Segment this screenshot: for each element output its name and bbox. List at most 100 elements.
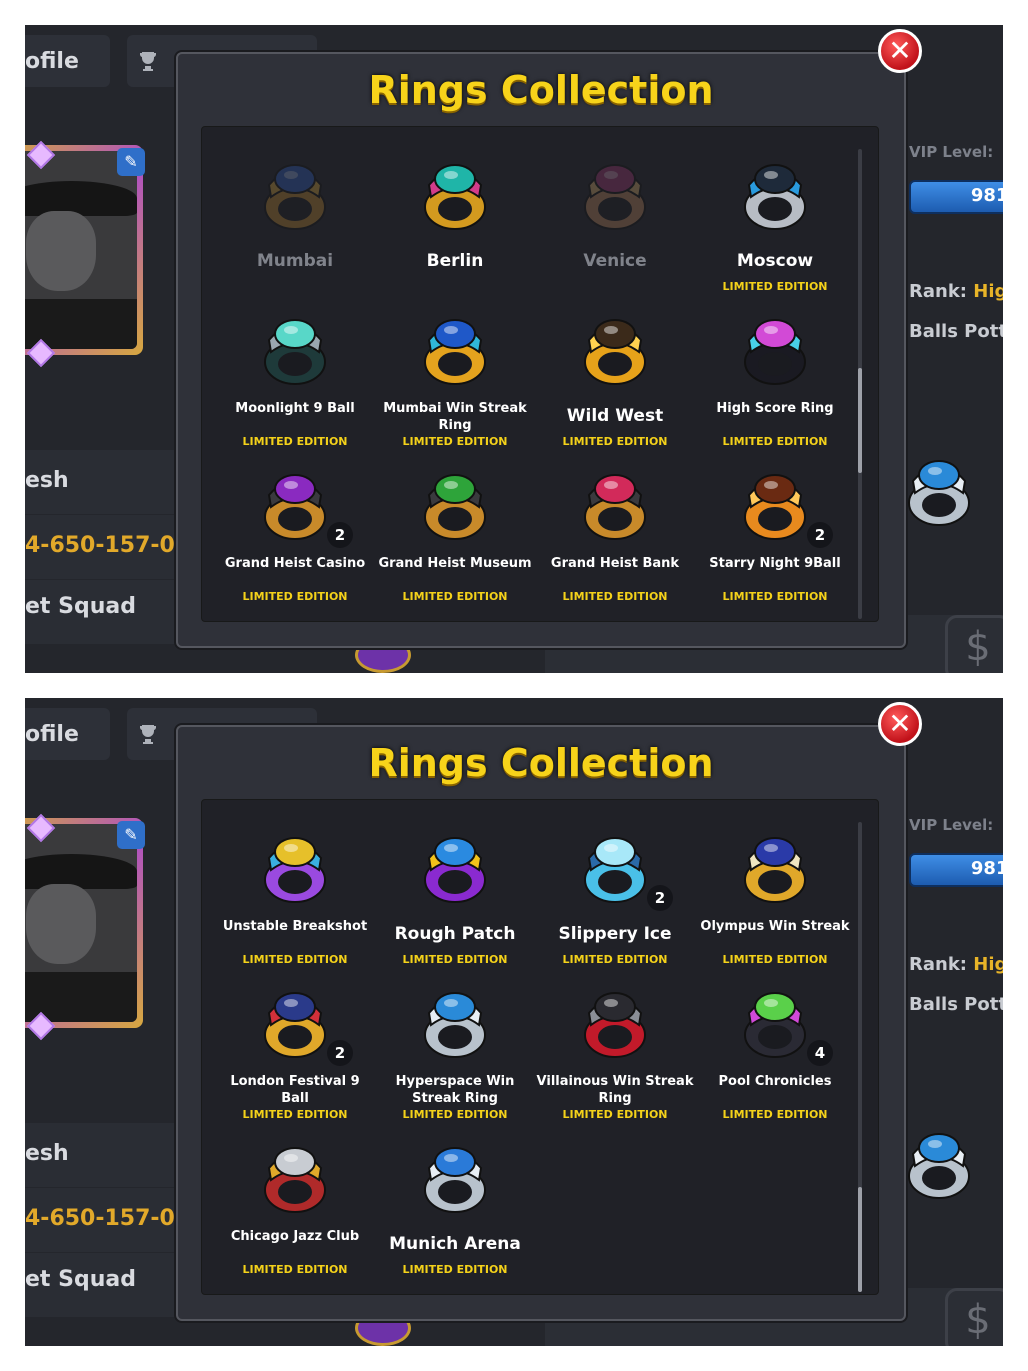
ring-card-mumbai-win-streak-ring[interactable]: Mumbai Win Streak Ring LIMITED EDITION <box>375 304 535 454</box>
vip-label: VIP Level: <box>909 143 994 161</box>
club-row: et Squad <box>25 580 175 644</box>
profile-tab-label: ofile <box>25 722 79 747</box>
ring-name: Moscow <box>736 251 814 271</box>
ring-card-slippery-ice[interactable]: 2 Slippery Ice LIMITED EDITION <box>535 822 695 972</box>
limited-edition-label: LIMITED EDITION <box>722 590 828 603</box>
ring-icon <box>413 1132 497 1216</box>
name-row: esh <box>25 1123 175 1187</box>
limited-edition-label: LIMITED EDITION <box>562 1108 668 1121</box>
ring-icon <box>253 977 337 1061</box>
ring-name: London Festival 9 Ball <box>230 1074 360 1106</box>
ring-count-badge: 2 <box>327 522 353 548</box>
ring-card-chicago-jazz-club[interactable]: Chicago Jazz Club LIMITED EDITION <box>215 1132 375 1282</box>
ring-icon <box>253 822 337 906</box>
dollar-icon[interactable]: $ <box>945 1288 1003 1346</box>
ring-card-wild-west[interactable]: Wild West LIMITED EDITION <box>535 304 695 454</box>
limited-edition-label: LIMITED EDITION <box>722 1108 828 1121</box>
player-id: 4-650-157-0 <box>25 533 175 558</box>
id-row: 4-650-157-0 <box>25 1188 175 1252</box>
ring-name: High Score Ring <box>716 401 834 416</box>
name-row: esh <box>25 450 175 514</box>
ring-card-starry-night-9ball[interactable]: 2 Starry Night 9Ball LIMITED EDITION <box>695 459 855 609</box>
balls-potted-label: Balls Potte <box>909 321 1003 342</box>
ring-card-moscow[interactable]: Moscow LIMITED EDITION <box>695 149 855 299</box>
vip-level-bar: 9812 <box>909 180 1003 214</box>
ring-card-grand-heist-bank[interactable]: Grand Heist Bank LIMITED EDITION <box>535 459 695 609</box>
ring-icon <box>733 822 817 906</box>
ring-name: Olympus Win Streak <box>700 919 850 934</box>
ring-card-pool-chronicles[interactable]: 4 Pool Chronicles LIMITED EDITION <box>695 977 855 1127</box>
rank-row: Rank: High <box>909 954 1003 975</box>
scrollbar-thumb[interactable] <box>858 368 862 473</box>
ring-card-london-festival-9-ball[interactable]: 2 London Festival 9 Ball LIMITED EDITION <box>215 977 375 1127</box>
ring-card-munich-arena[interactable]: Munich Arena LIMITED EDITION <box>375 1132 535 1282</box>
ring-icon <box>733 977 817 1061</box>
limited-edition-label: LIMITED EDITION <box>722 280 828 293</box>
popup-title: Rings Collection <box>368 68 714 112</box>
ring-icon <box>413 149 497 233</box>
vip-level-bar: 9812 <box>909 853 1003 887</box>
limited-edition-label: LIMITED EDITION <box>562 435 668 448</box>
scrollbar-thumb[interactable] <box>858 1187 862 1292</box>
ring-name: Pool Chronicles <box>718 1074 832 1089</box>
rank-label: Rank: <box>909 954 967 975</box>
ring-name: Hyperspace Win Streak Ring <box>395 1074 515 1106</box>
limited-edition-label: LIMITED EDITION <box>402 1108 508 1121</box>
ring-name: Slippery Ice <box>558 924 672 944</box>
ring-card-berlin[interactable]: Berlin <box>375 149 535 299</box>
ring-name: Chicago Jazz Club <box>230 1229 360 1244</box>
club-row: et Squad <box>25 1253 175 1317</box>
ring-name: Rough Patch <box>394 924 516 944</box>
ring-card-unstable-breakshot[interactable]: Unstable Breakshot LIMITED EDITION <box>215 822 375 972</box>
profile-tab[interactable]: ofile <box>25 35 110 87</box>
rank-row: Rank: High <box>909 281 1003 302</box>
limited-edition-label: LIMITED EDITION <box>562 590 668 603</box>
avatar[interactable] <box>25 145 143 355</box>
rings-grid: Unstable Breakshot LIMITED EDITION Rough … <box>201 799 879 1295</box>
ring-card-grand-heist-casino[interactable]: 2 Grand Heist Casino LIMITED EDITION <box>215 459 375 609</box>
ring-icon <box>573 977 657 1061</box>
vip-value: 9812 <box>970 185 1003 206</box>
rank-label: Rank: <box>909 281 967 302</box>
ring-card-venice[interactable]: Venice <box>535 149 695 299</box>
rank-value: High <box>973 281 1003 302</box>
ring-name: Wild West <box>566 406 664 426</box>
dollar-icon[interactable]: $ <box>945 615 1003 673</box>
ring-showcase-icon[interactable] <box>897 445 987 540</box>
ring-card-grand-heist-museum[interactable]: Grand Heist Museum LIMITED EDITION <box>375 459 535 609</box>
ring-icon <box>413 459 497 543</box>
ring-icon <box>573 459 657 543</box>
ring-card-rough-patch[interactable]: Rough Patch LIMITED EDITION <box>375 822 535 972</box>
profile-tab-label: ofile <box>25 49 79 74</box>
ring-card-villainous-win-streak-ring[interactable]: Villainous Win Streak Ring LIMITED EDITIO… <box>535 977 695 1127</box>
rings-collection-popup: Rings Collection Mumbai Berlin Venice Mo… <box>176 52 906 648</box>
ring-count-badge: 2 <box>647 885 673 911</box>
limited-edition-label: LIMITED EDITION <box>242 953 348 966</box>
ring-card-mumbai[interactable]: Mumbai <box>215 149 375 299</box>
ring-showcase-icon[interactable] <box>897 1118 987 1213</box>
ring-card-hyperspace-win-streak-ring[interactable]: Hyperspace Win Streak Ring LIMITED EDITIO… <box>375 977 535 1127</box>
limited-edition-label: LIMITED EDITION <box>402 953 508 966</box>
ring-count-badge: 4 <box>807 1040 833 1066</box>
edit-avatar-icon[interactable]: ✎ <box>117 148 145 176</box>
balls-potted-label: Balls Potte <box>909 994 1003 1015</box>
limited-edition-label: LIMITED EDITION <box>242 590 348 603</box>
ring-count-badge: 2 <box>327 1040 353 1066</box>
ring-card-olympus-win-streak[interactable]: Olympus Win Streak LIMITED EDITION <box>695 822 855 972</box>
ring-card-moonlight-9-ball[interactable]: Moonlight 9 Ball LIMITED EDITION <box>215 304 375 454</box>
avatar[interactable] <box>25 818 143 1028</box>
limited-edition-label: LIMITED EDITION <box>402 1263 508 1276</box>
ring-name: Mumbai Win Streak Ring <box>383 401 527 433</box>
rings-grid: Mumbai Berlin Venice Moscow LIMITED EDITI… <box>201 126 879 622</box>
edit-avatar-icon[interactable]: ✎ <box>117 821 145 849</box>
close-button[interactable]: ✕ <box>878 702 922 746</box>
vip-value: 9812 <box>970 858 1003 879</box>
club-name: et Squad <box>25 594 136 619</box>
ring-name: Moonlight 9 Ball <box>235 401 355 416</box>
ring-name: Unstable Breakshot <box>222 919 368 934</box>
ring-card-high-score-ring[interactable]: High Score Ring LIMITED EDITION <box>695 304 855 454</box>
ring-name: Venice <box>583 251 647 271</box>
close-button[interactable]: ✕ <box>878 29 922 73</box>
profile-tab[interactable]: ofile <box>25 708 110 760</box>
limited-edition-label: LIMITED EDITION <box>242 435 348 448</box>
